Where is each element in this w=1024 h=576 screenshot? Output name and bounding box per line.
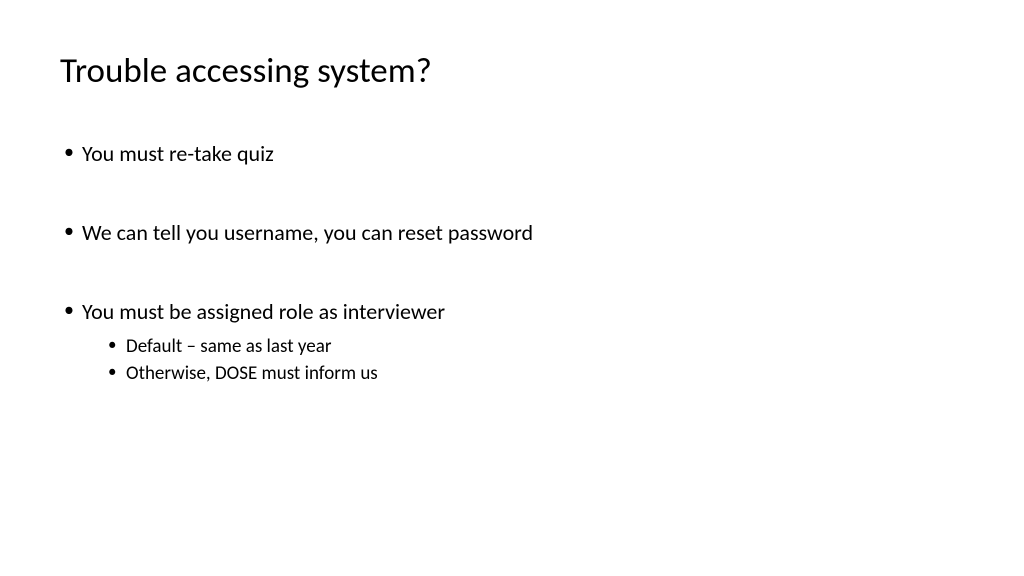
bullet-list: You must re-take quiz We can tell you us… [64,140,964,385]
slide-title: Trouble accessing system? [60,50,964,92]
list-item: You must be assigned role as interviewer… [64,298,964,385]
bullet-text: You must be assigned role as interviewer [82,298,445,325]
sub-bullet-text: Otherwise, DOSE must inform us [126,362,378,385]
list-item: Otherwise, DOSE must inform us [108,362,964,385]
bullet-text: We can tell you username, you can reset … [82,219,533,246]
list-item: We can tell you username, you can reset … [64,219,964,246]
list-item: Default – same as last year [108,335,964,358]
slide-content: You must re-take quiz We can tell you us… [60,140,964,385]
sub-bullet-list: Default – same as last year Otherwise, D… [82,335,964,385]
bullet-text: You must re-take quiz [82,140,274,167]
sub-bullet-text: Default – same as last year [126,335,331,358]
slide: Trouble accessing system? You must re-ta… [0,0,1024,576]
list-item: You must re-take quiz [64,140,964,167]
